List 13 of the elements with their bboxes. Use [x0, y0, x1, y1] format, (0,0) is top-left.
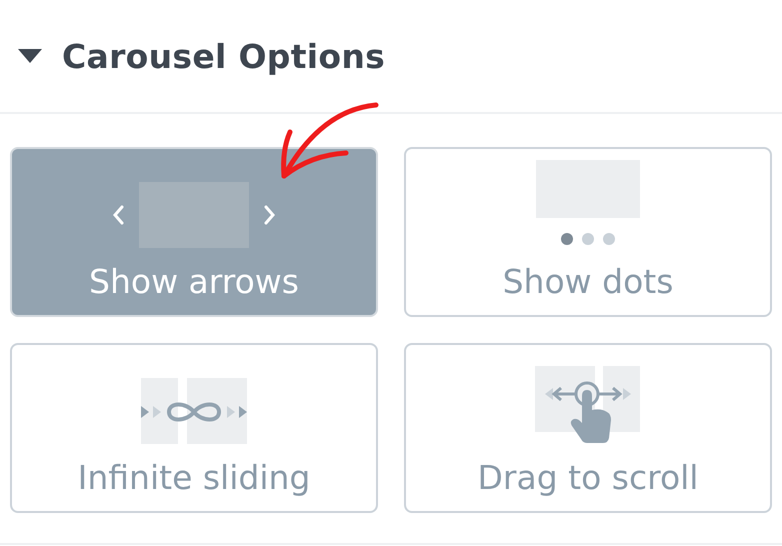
section-title: Carousel Options [62, 36, 386, 76]
option-label: Show dots [502, 262, 674, 301]
infinite-loop-icon [141, 378, 247, 444]
caret-icon[interactable] [18, 49, 42, 63]
option-label: Drag to scroll [478, 458, 698, 497]
option-label: Show arrows [89, 262, 299, 301]
drag-hand-icon [535, 366, 641, 444]
option-card[interactable]: Infinite sliding [10, 343, 378, 513]
option-label: Infinite sliding [78, 458, 310, 497]
option-card[interactable]: Show dots [404, 147, 772, 317]
option-card[interactable]: Show arrows [10, 147, 378, 317]
carousel-dots-icon [536, 160, 640, 248]
option-card[interactable]: Drag to scroll [404, 343, 772, 513]
